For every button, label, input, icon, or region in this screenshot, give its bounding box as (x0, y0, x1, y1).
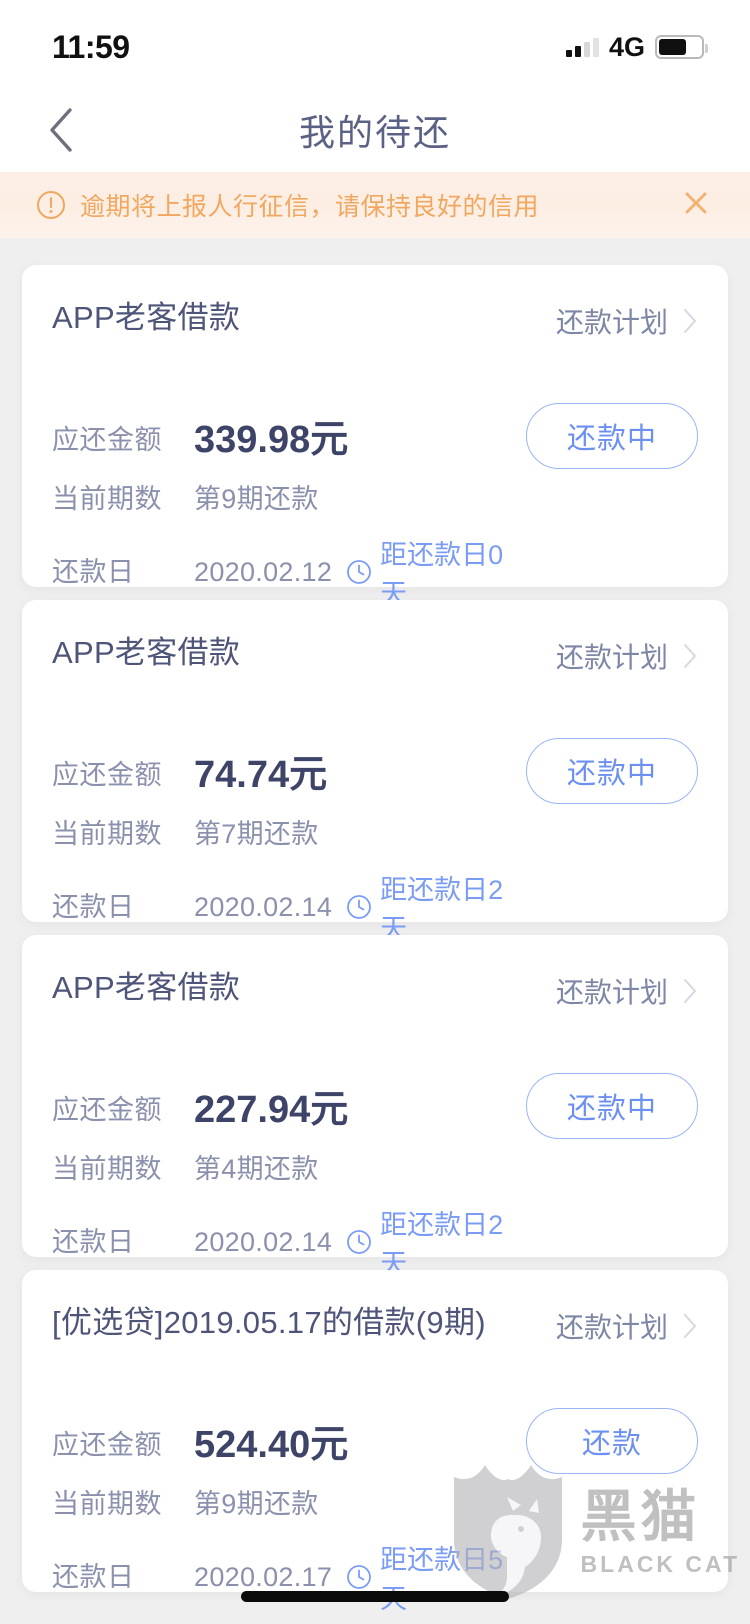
loan-card[interactable]: APP老客借款 还款计划 应还金额 227.94元 当前期数 第4期还款 还款日… (22, 935, 728, 1279)
credit-warning-banner: 逾期将上报人行征信，请保持良好的信用 (0, 172, 750, 238)
period-label: 当前期数 (52, 1154, 162, 1184)
loan-card[interactable]: [优选贷]2019.05.17的借款(9期) 还款计划 应还金额 524.40元 (22, 1270, 728, 1614)
status-indicators: 4G (565, 31, 708, 63)
card-header: APP老客借款 还款计划 (52, 299, 698, 341)
row-period: 当前期数 第9期还款 (52, 1482, 526, 1521)
period-label: 当前期数 (52, 819, 162, 849)
row-amount: 应还金额 227.94元 (52, 1075, 526, 1131)
period-value: 第7期还款 (194, 819, 319, 849)
phone-screen: 11:59 4G 我的待还 逾期将上报人行征信，请保持良好的信用 APP老客借款… (0, 0, 750, 1624)
banner-close-button[interactable] (676, 185, 716, 225)
period-label: 当前期数 (52, 1489, 162, 1519)
row-amount: 应还金额 339.98元 (52, 405, 526, 461)
signal-bars-icon (565, 37, 599, 57)
loan-title: APP老客借款 (52, 970, 241, 1005)
detail-rows: 应还金额 339.98元 当前期数 第9期还款 还款日 2020.02.12 距… (52, 367, 526, 611)
row-amount: 应还金额 524.40元 (52, 1410, 526, 1466)
nav-bar: 我的待还 (0, 88, 750, 172)
amount-value: 74.74元 (194, 754, 328, 796)
due-date-value: 2020.02.14 (194, 1226, 333, 1257)
chevron-right-icon (682, 643, 698, 669)
clock-icon (346, 559, 372, 585)
countdown-badge: 距还款日5天 (346, 1538, 526, 1616)
repay-action-button[interactable]: 还款中 (526, 403, 698, 469)
amount-label: 应还金额 (52, 425, 162, 455)
card-header: APP老客借款 还款计划 (52, 634, 698, 676)
amount-value: 339.98元 (194, 419, 349, 461)
due-date-label: 还款日 (52, 1561, 135, 1592)
period-value: 第9期还款 (194, 1489, 319, 1519)
loan-title: APP老客借款 (52, 635, 241, 670)
loan-title: [优选贷]2019.05.17的借款(9期) (52, 1305, 486, 1340)
loan-title: APP老客借款 (52, 300, 241, 335)
row-amount: 应还金额 74.74元 (52, 740, 526, 796)
card-header: [优选贷]2019.05.17的借款(9期) 还款计划 (52, 1304, 698, 1346)
period-label: 当前期数 (52, 484, 162, 514)
clock-icon (346, 1564, 372, 1590)
amount-label: 应还金额 (52, 760, 162, 790)
amount-label: 应还金额 (52, 1430, 162, 1460)
close-icon (681, 188, 711, 223)
card-header: APP老客借款 还款计划 (52, 969, 698, 1011)
chevron-right-icon (682, 978, 698, 1004)
countdown-text: 距还款日5天 (380, 1545, 504, 1614)
repayment-plan-label: 还款计划 (555, 1312, 668, 1343)
chevron-right-icon (682, 1313, 698, 1339)
row-period: 当前期数 第9期还款 (52, 477, 526, 516)
repayment-plan-link[interactable]: 还款计划 (556, 1304, 698, 1346)
page-title: 我的待还 (298, 112, 451, 153)
due-date-value: 2020.02.12 (194, 556, 333, 587)
clock-icon (346, 1229, 372, 1255)
due-date-value: 2020.02.17 (194, 1561, 333, 1592)
period-value: 第9期还款 (194, 484, 319, 514)
clock-icon (346, 894, 372, 920)
detail-rows: 应还金额 74.74元 当前期数 第7期还款 还款日 2020.02.14 距还… (52, 702, 526, 946)
repay-action-button[interactable]: 还款中 (526, 738, 698, 804)
loan-card-list: APP老客借款 还款计划 应还金额 339.98元 当前期数 第9期还款 还款日… (0, 238, 750, 1614)
due-date-label: 还款日 (52, 891, 135, 922)
exclamation-circle-icon (36, 190, 66, 220)
detail-rows: 应还金额 227.94元 当前期数 第4期还款 还款日 2020.02.14 距… (52, 1037, 526, 1281)
repayment-plan-label: 还款计划 (555, 977, 668, 1008)
home-indicator[interactable] (241, 1591, 509, 1602)
chevron-left-icon (46, 106, 76, 154)
row-due-date: 还款日 2020.02.17 距还款日5天 (52, 1538, 526, 1616)
chevron-right-icon (682, 308, 698, 334)
loan-card[interactable]: APP老客借款 还款计划 应还金额 74.74元 当前期数 第7期还款 还款日 … (22, 600, 728, 944)
amount-label: 应还金额 (52, 1095, 162, 1125)
card-body: 应还金额 74.74元 当前期数 第7期还款 还款日 2020.02.14 距还… (52, 702, 698, 946)
due-date-label: 还款日 (52, 1226, 135, 1257)
card-body: 应还金额 524.40元 当前期数 第9期还款 还款日 2020.02.17 距… (52, 1372, 698, 1616)
repayment-plan-link[interactable]: 还款计划 (556, 969, 698, 1011)
due-date-value: 2020.02.14 (194, 891, 333, 922)
status-bar: 11:59 4G (0, 0, 750, 88)
repayment-plan-label: 还款计划 (555, 642, 668, 673)
due-date-label: 还款日 (52, 556, 135, 587)
card-body: 应还金额 339.98元 当前期数 第9期还款 还款日 2020.02.12 距… (52, 367, 698, 611)
repay-action-button[interactable]: 还款 (526, 1408, 698, 1474)
row-period: 当前期数 第4期还款 (52, 1147, 526, 1186)
banner-text: 逾期将上报人行征信，请保持良好的信用 (80, 193, 540, 221)
card-body: 应还金额 227.94元 当前期数 第4期还款 还款日 2020.02.14 距… (52, 1037, 698, 1281)
repay-action-button[interactable]: 还款中 (526, 1073, 698, 1139)
due-date-wrap: 2020.02.17 距还款日5天 (194, 1538, 526, 1616)
period-value: 第4期还款 (194, 1154, 319, 1184)
repayment-plan-link[interactable]: 还款计划 (556, 634, 698, 676)
amount-value: 227.94元 (194, 1089, 349, 1131)
amount-value: 524.40元 (194, 1424, 349, 1466)
row-period: 当前期数 第7期还款 (52, 812, 526, 851)
detail-rows: 应还金额 524.40元 当前期数 第9期还款 还款日 2020.02.17 距… (52, 1372, 526, 1616)
loan-card[interactable]: APP老客借款 还款计划 应还金额 339.98元 当前期数 第9期还款 还款日… (22, 265, 728, 609)
battery-icon (655, 35, 708, 59)
repayment-plan-label: 还款计划 (555, 307, 668, 338)
status-time: 11:59 (52, 28, 130, 65)
back-button[interactable] (34, 103, 88, 157)
network-type-label: 4G (608, 31, 645, 62)
repayment-plan-link[interactable]: 还款计划 (556, 299, 698, 341)
